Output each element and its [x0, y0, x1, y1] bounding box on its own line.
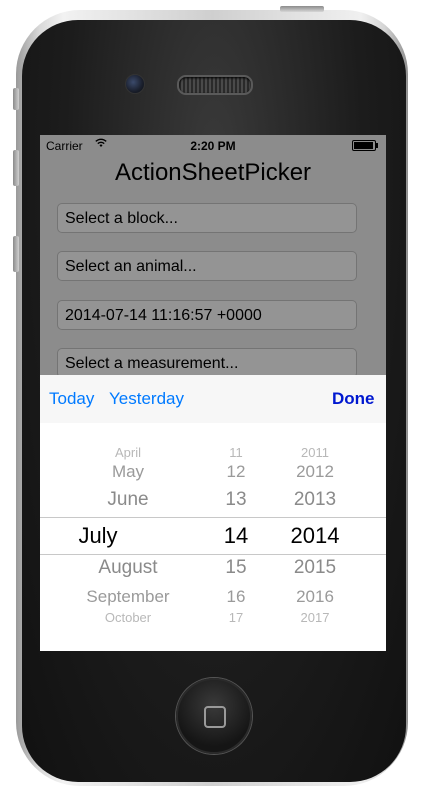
year-item[interactable]: 2017	[280, 610, 350, 625]
day-item[interactable]: 16	[216, 587, 256, 607]
date-field[interactable]: 2014-07-14 11:16:57 +0000	[57, 300, 357, 330]
sleep-button	[280, 6, 324, 12]
year-item-selected[interactable]: 2014	[280, 523, 350, 549]
earpiece-speaker	[177, 75, 253, 95]
done-button[interactable]: Done	[332, 389, 375, 409]
front-camera	[125, 74, 145, 94]
year-item[interactable]: 2012	[280, 462, 350, 482]
day-column[interactable]: 11 12 13 14 15 16 17	[216, 423, 256, 651]
page-title: ActionSheetPicker	[114, 159, 312, 186]
day-item[interactable]: 17	[216, 610, 256, 625]
select-block-field[interactable]: Select a block...	[57, 203, 357, 233]
year-item[interactable]: 2016	[280, 587, 350, 607]
year-item[interactable]: 2013	[280, 489, 350, 511]
yesterday-button[interactable]: Yesterday	[109, 389, 184, 409]
date-picker-wheel[interactable]: April May June July August September Oct…	[40, 423, 386, 651]
select-animal-field[interactable]: Select an animal...	[57, 251, 357, 281]
month-item[interactable]: September	[60, 587, 196, 607]
year-item[interactable]: 2011	[280, 445, 350, 460]
today-button[interactable]: Today	[49, 389, 94, 409]
month-item[interactable]: August	[60, 557, 196, 579]
month-item-selected[interactable]: July	[40, 523, 166, 549]
day-item[interactable]: 15	[216, 557, 256, 579]
month-item[interactable]: April	[60, 445, 196, 460]
home-square-icon	[204, 706, 226, 728]
select-measurement-field[interactable]: Select a measurement...	[57, 348, 357, 378]
day-item[interactable]: 11	[216, 445, 256, 460]
month-item[interactable]: May	[60, 462, 196, 482]
volume-up-button	[13, 150, 19, 186]
volume-down-button	[13, 236, 19, 272]
month-column[interactable]: April May June July August September Oct…	[60, 423, 196, 651]
action-sheet-picker: Today Yesterday Done April May June July…	[40, 375, 386, 651]
day-item-selected[interactable]: 14	[216, 523, 256, 549]
battery-icon	[352, 140, 378, 151]
picker-toolbar: Today Yesterday Done	[40, 375, 386, 424]
status-bar: Carrier 2:20 PM	[40, 135, 386, 155]
status-time: 2:20 PM	[190, 139, 236, 153]
month-item[interactable]: October	[60, 610, 196, 625]
day-item[interactable]: 12	[216, 462, 256, 482]
mute-switch	[13, 88, 19, 110]
year-column[interactable]: 2011 2012 2013 2014 2015 2016 2017	[280, 423, 350, 651]
home-button[interactable]	[176, 678, 252, 754]
month-item[interactable]: June	[60, 489, 196, 511]
year-item[interactable]: 2015	[280, 557, 350, 579]
day-item[interactable]: 13	[216, 489, 256, 511]
device-screen: Carrier 2:20 PM ActionSheetPicker Select…	[40, 135, 386, 651]
